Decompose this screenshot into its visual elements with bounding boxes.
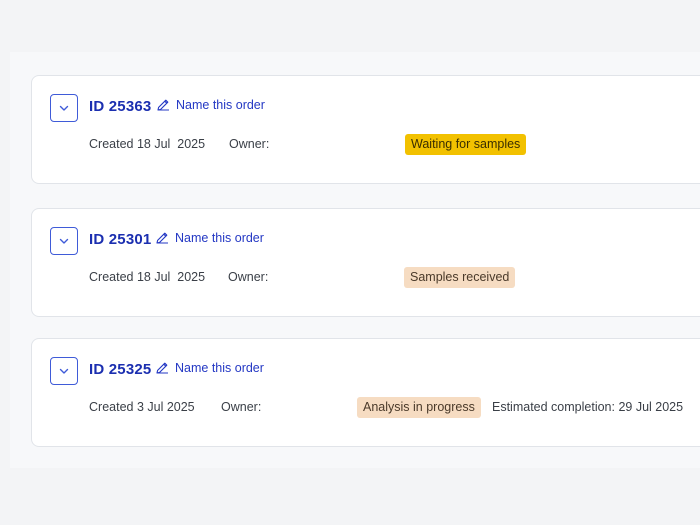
estimated-completion: Estimated completion: 29 Jul 2025 — [492, 400, 684, 414]
order-card: ID 25325 Name this order Created 3 Jul 2… — [31, 338, 700, 447]
owner-label: Owner: — [229, 137, 270, 151]
status-badge: Analysis in progress — [357, 397, 481, 418]
owner-label: Owner: — [221, 400, 262, 414]
expand-toggle-button[interactable] — [50, 227, 78, 255]
order-id: ID 25363 — [89, 98, 152, 115]
name-order-link[interactable]: Name this order — [156, 98, 265, 112]
owner-label: Owner: — [228, 270, 269, 284]
name-order-link[interactable]: Name this order — [155, 361, 264, 375]
created-date: Created 18 Jul 2025 — [89, 270, 206, 284]
created-date: Created 3 Jul 2025 — [89, 400, 195, 414]
status-badge: Samples received — [404, 267, 516, 288]
expand-toggle-button[interactable] — [50, 94, 78, 122]
order-card: ID 25363 Name this order Created 18 Jul … — [31, 75, 700, 184]
expand-toggle-button[interactable] — [50, 357, 78, 385]
name-order-label: Name this order — [175, 231, 264, 245]
order-card: ID 25301 Name this order Created 18 Jul … — [31, 208, 700, 317]
pencil-icon — [156, 232, 168, 244]
status-badge: Waiting for samples — [405, 134, 527, 155]
order-id: ID 25301 — [89, 231, 152, 248]
pencil-icon — [157, 99, 169, 111]
pencil-icon — [156, 362, 168, 374]
chevron-down-icon — [59, 238, 69, 244]
chevron-down-icon — [59, 105, 69, 111]
order-id: ID 25325 — [89, 361, 152, 378]
name-order-link[interactable]: Name this order — [155, 231, 264, 245]
chevron-down-icon — [59, 368, 69, 374]
created-date: Created 18 Jul 2025 — [89, 137, 206, 151]
name-order-label: Name this order — [176, 98, 265, 112]
name-order-label: Name this order — [175, 361, 264, 375]
